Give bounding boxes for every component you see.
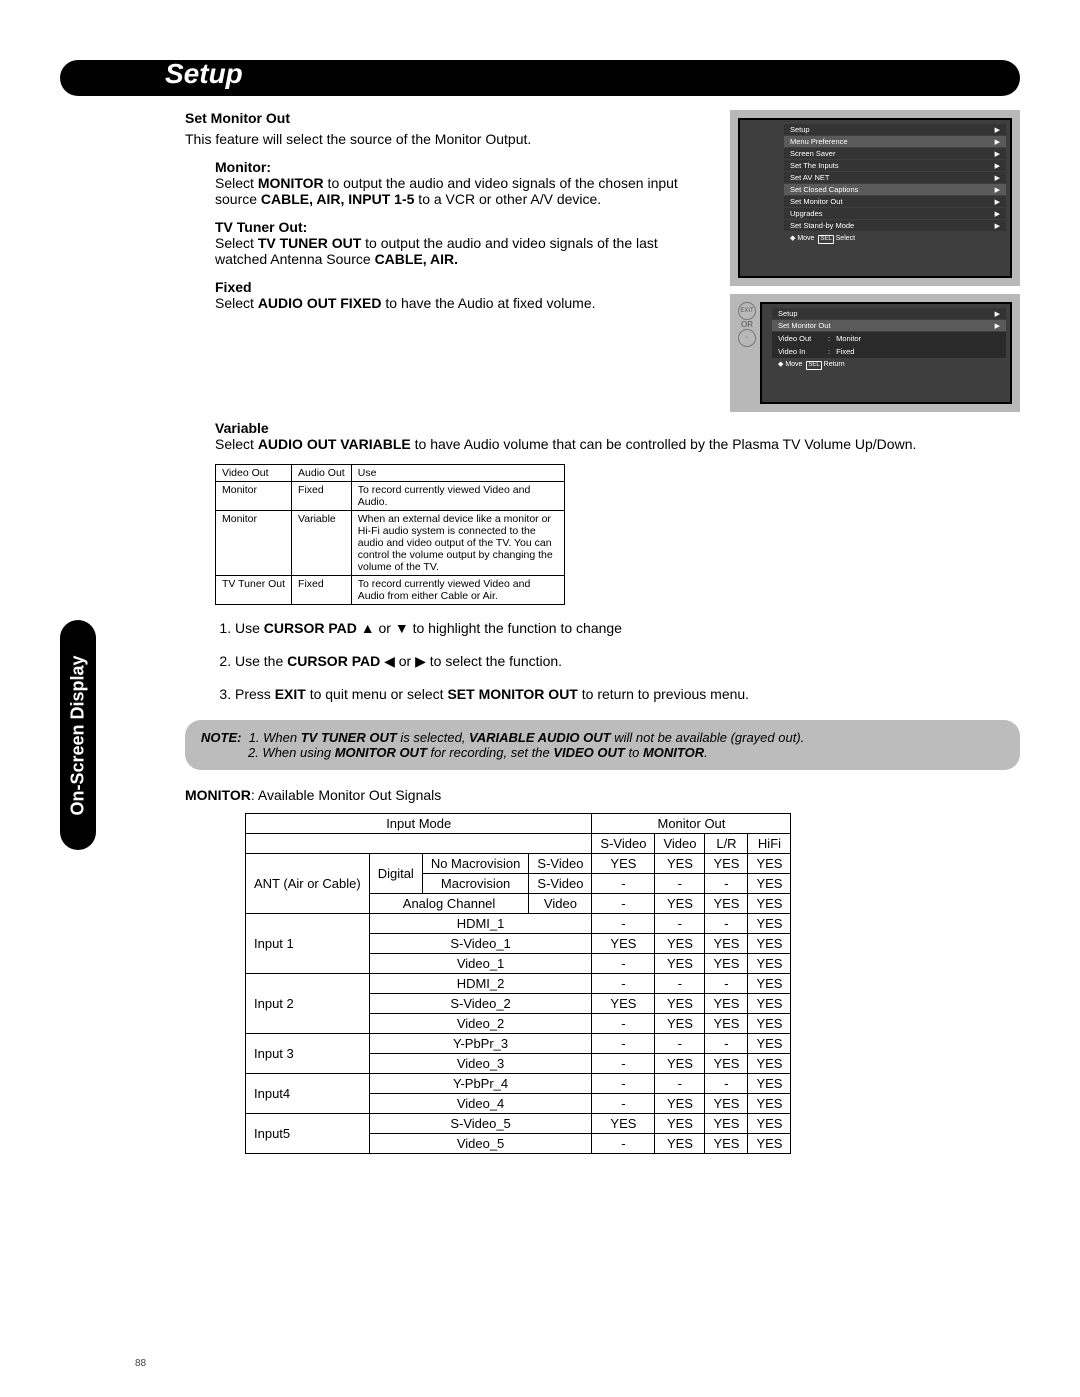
def-monitor-term: Monitor:	[215, 159, 271, 175]
dpad-icon: ◦	[738, 329, 756, 347]
side-tab-label: On-Screen Display	[68, 655, 89, 815]
step-3: Press EXIT to quit menu or select SET MO…	[235, 685, 1020, 704]
header-bar: Setup	[60, 60, 1020, 96]
def-monitor: Monitor: Select MONITOR to output the au…	[215, 159, 710, 207]
use-table: Video Out Audio Out Use Monitor Fixed To…	[215, 464, 565, 605]
steps: Use CURSOR PAD ▲ or ▼ to highlight the f…	[215, 619, 1020, 704]
note-box: NOTE: 1. When TV TUNER OUT is selected, …	[185, 720, 1020, 770]
step-1: Use CURSOR PAD ▲ or ▼ to highlight the f…	[235, 619, 1020, 638]
exit-icon: EXIT	[738, 302, 756, 320]
osd-figures: Setup▶ Menu Preference▶ Screen Saver▶ Se…	[730, 110, 1020, 420]
def-variable: Variable Select AUDIO OUT VARIABLE to ha…	[215, 420, 1020, 452]
osd1-hint: ◆ Move SEL Select	[784, 232, 1006, 246]
def-fixed: Fixed Select AUDIO OUT FIXED to have the…	[215, 279, 710, 311]
def-variable-term: Variable	[215, 420, 269, 436]
step-2: Use the CURSOR PAD ◀ or ▶ to select the …	[235, 652, 1020, 671]
section-intro: This feature will select the source of t…	[185, 130, 710, 149]
side-tab: On-Screen Display	[60, 620, 96, 850]
def-tvtuner-term: TV Tuner Out:	[215, 219, 307, 235]
osd-figure-2: EXIT OR ◦ Setup▶ Set Monitor Out▶ Video …	[730, 294, 1020, 412]
def-fixed-term: Fixed	[215, 279, 252, 295]
osd-figure-1: Setup▶ Menu Preference▶ Screen Saver▶ Se…	[730, 110, 1020, 286]
monitor-out-table: Input Mode Monitor Out S-Video Video L/R…	[245, 813, 791, 1154]
mon-caption: MONITOR: Available Monitor Out Signals	[185, 786, 1020, 805]
or-label: OR	[741, 320, 753, 329]
header-title: Setup	[165, 58, 243, 90]
def-tvtuner: TV Tuner Out: Select TV TUNER OUT to out…	[215, 219, 710, 267]
osd1-title: Setup▶	[784, 124, 1006, 135]
remote-icons: EXIT OR ◦	[738, 302, 756, 347]
page-number: 88	[135, 1358, 146, 1369]
section-title: Set Monitor Out	[185, 110, 710, 126]
content: Set Monitor Out This feature will select…	[185, 110, 1020, 1154]
manual-page: Setup On-Screen Display Set Monitor Out …	[0, 0, 1080, 1397]
